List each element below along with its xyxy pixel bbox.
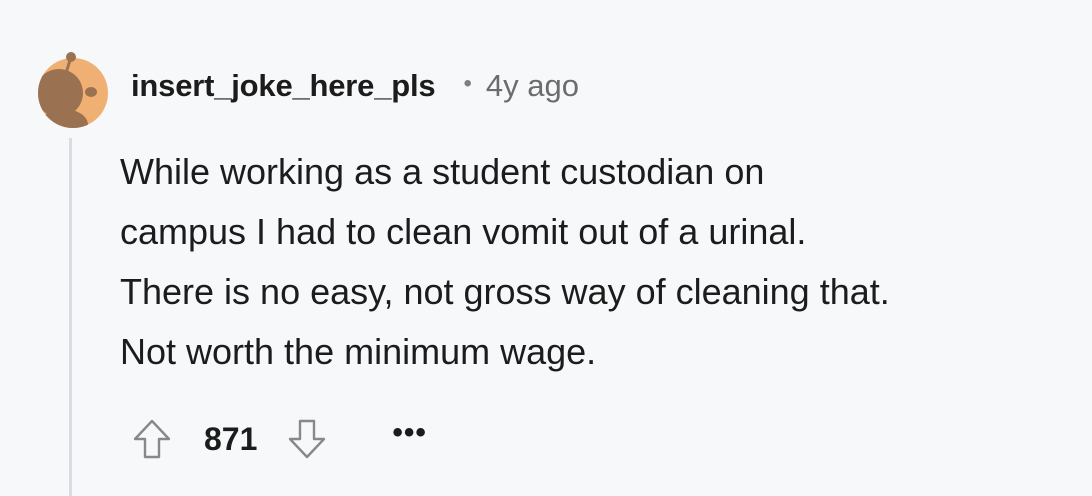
comment-actions: 871 ••• xyxy=(130,414,427,464)
meta-separator: • xyxy=(463,70,472,97)
arrow-down-outline-icon xyxy=(289,419,326,459)
comment-body-line: While working as a student custodian on xyxy=(120,151,765,192)
snoo-avatar-icon xyxy=(38,52,108,128)
comment-body: While working as a student custodian on … xyxy=(120,142,1080,382)
username-link[interactable]: insert_joke_here_pls xyxy=(131,68,436,104)
downvote-button[interactable] xyxy=(285,414,329,464)
upvote-button[interactable] xyxy=(130,414,174,464)
comment-body-line: There is no easy, not gross way of clean… xyxy=(120,271,890,312)
user-avatar[interactable] xyxy=(37,37,109,129)
arrow-up-outline-icon xyxy=(133,419,171,459)
thread-line[interactable] xyxy=(69,138,72,496)
more-options-button[interactable]: ••• xyxy=(392,416,427,450)
comment-header: insert_joke_here_pls • 4y ago xyxy=(131,62,579,110)
vote-score: 871 xyxy=(204,420,258,457)
comment-body-line: campus I had to clean vomit out of a uri… xyxy=(120,211,807,252)
comment-body-line: Not worth the minimum wage. xyxy=(120,331,597,372)
timestamp[interactable]: 4y ago xyxy=(486,68,579,104)
